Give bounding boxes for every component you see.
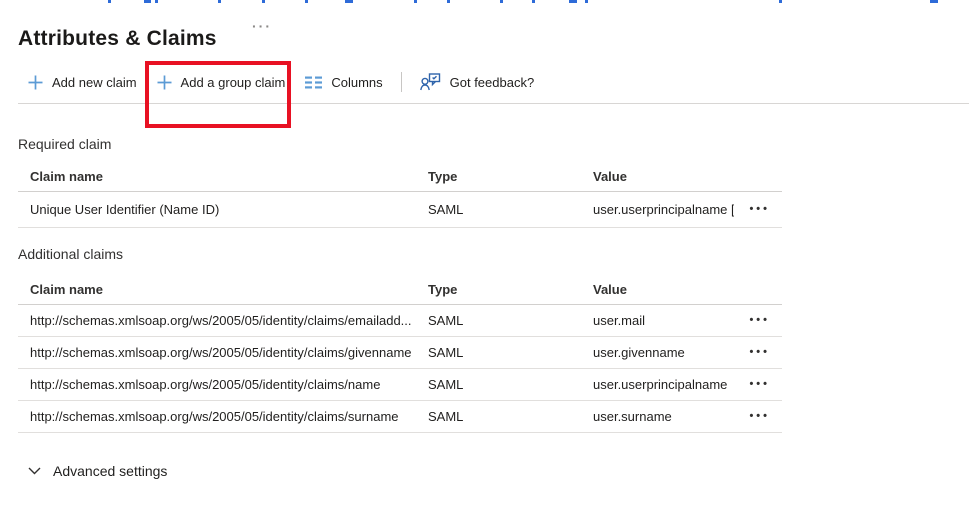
chevron-down-icon [28,467,41,475]
claim-name-cell: http://schemas.xmlsoap.org/ws/2005/05/id… [30,377,428,392]
row-menu-button[interactable]: ••• [734,379,770,390]
row-menu-button[interactable]: ••• [734,204,770,215]
value-cell: user.givenname [593,345,734,360]
table-row[interactable]: http://schemas.xmlsoap.org/ws/2005/05/id… [18,369,782,401]
page-title: Attributes & Claims [18,27,217,51]
plus-icon [28,75,43,90]
columns-icon [305,76,322,89]
column-header-claim-name: Claim name [30,169,428,184]
more-menu-icon[interactable]: ··· [252,18,272,34]
table-header-row: Claim name Type Value [18,275,782,305]
column-header-type: Type [428,169,593,184]
advanced-settings-label: Advanced settings [53,463,167,479]
columns-label: Columns [331,75,382,90]
type-cell: SAML [428,202,593,217]
value-cell: user.mail [593,313,734,328]
table-row[interactable]: Unique User Identifier (Name ID) SAML us… [18,192,782,228]
column-header-claim-name: Claim name [30,282,428,297]
got-feedback-button[interactable]: Got feedback? [410,61,545,103]
feedback-icon [420,73,441,91]
row-menu-button[interactable]: ••• [734,347,770,358]
got-feedback-label: Got feedback? [450,75,535,90]
additional-claims-heading: Additional claims [18,246,123,262]
table-row[interactable]: http://schemas.xmlsoap.org/ws/2005/05/id… [18,305,782,337]
value-cell: user.surname [593,409,734,424]
command-bar: Add new claim Add a group claim Columns [18,61,969,103]
add-a-group-claim-button[interactable]: Add a group claim [147,61,296,103]
column-header-type: Type [428,282,593,297]
required-claim-table: Claim name Type Value Unique User Identi… [18,162,782,228]
type-cell: SAML [428,345,593,360]
claim-name-cell: http://schemas.xmlsoap.org/ws/2005/05/id… [30,313,428,328]
plus-icon [157,75,172,90]
row-menu-button[interactable]: ••• [734,315,770,326]
value-cell: user.userprincipalname [593,377,734,392]
add-new-claim-button[interactable]: Add new claim [18,61,147,103]
add-a-group-claim-label: Add a group claim [181,75,286,90]
claim-name-cell: Unique User Identifier (Name ID) [30,202,428,217]
claim-name-cell: http://schemas.xmlsoap.org/ws/2005/05/id… [30,409,428,424]
additional-claims-table: Claim name Type Value http://schemas.xml… [18,275,782,433]
toolbar-divider [18,103,969,104]
row-menu-button[interactable]: ••• [734,411,770,422]
column-header-value: Value [593,169,734,184]
claim-name-cell: http://schemas.xmlsoap.org/ws/2005/05/id… [30,345,428,360]
table-header-row: Claim name Type Value [18,162,782,192]
type-cell: SAML [428,377,593,392]
columns-button[interactable]: Columns [295,61,392,103]
value-cell: user.userprincipalname [... [593,202,734,217]
table-row[interactable]: http://schemas.xmlsoap.org/ws/2005/05/id… [18,337,782,369]
add-new-claim-label: Add new claim [52,75,137,90]
toolbar-separator [401,72,402,92]
type-cell: SAML [428,313,593,328]
required-claim-heading: Required claim [18,136,111,152]
type-cell: SAML [428,409,593,424]
advanced-settings-toggle[interactable]: Advanced settings [28,461,167,481]
table-row[interactable]: http://schemas.xmlsoap.org/ws/2005/05/id… [18,401,782,433]
column-header-value: Value [593,282,734,297]
